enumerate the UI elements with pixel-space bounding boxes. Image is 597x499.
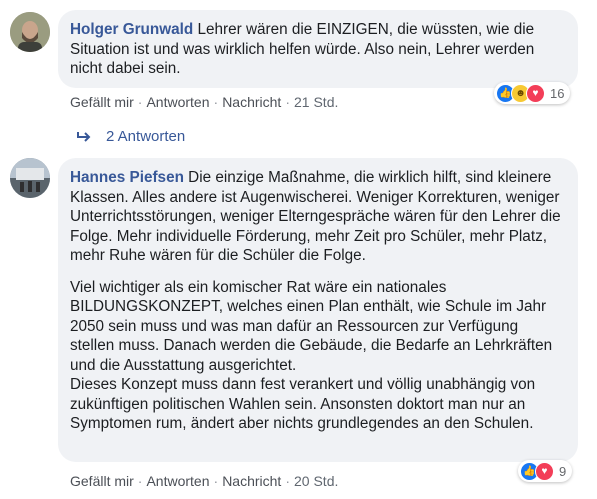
like-link[interactable]: Gefällt mir [70,94,134,110]
separator: · [285,473,290,489]
message-link[interactable]: Nachricht [222,94,281,110]
comment-paragraph: Viel wichtiger als ein komischer Rat wär… [70,278,553,374]
reaction-count: 9 [559,463,567,479]
comment-author[interactable]: Hannes Piefsen [70,169,184,186]
message-link[interactable]: Nachricht [222,473,281,489]
like-link[interactable]: Gefällt mir [70,473,134,489]
reply-link[interactable]: Antworten [146,94,209,110]
comment-author[interactable]: Holger Grunwald [70,21,193,38]
comment-paragraph: Dieses Konzept muss dann fest verankert … [70,376,536,432]
avatar-hannes-piefsen[interactable] [10,158,50,198]
separator: · [137,473,143,489]
replies-count-label: 2 Antworten [106,128,186,145]
reaction-summary[interactable]: 👍 ☻ ♥ 16 [494,82,571,104]
separator: · [213,94,219,110]
avatar-holger-grunwald[interactable] [10,12,50,52]
timestamp[interactable]: 20 Std. [294,473,338,489]
separator: · [285,94,290,110]
comment-text: Hannes Piefsen Die einzige Maßnahme, die… [70,168,566,266]
reaction-count: 16 [550,85,565,101]
love-icon: ♥ [526,83,545,103]
comment-bubble: Hannes Piefsen Die einzige Maßnahme, die… [58,158,578,462]
separator: · [213,473,219,489]
separator: · [137,94,143,110]
comment-actions: Gefällt mir · Antworten · Nachricht · 20 Std. [70,473,338,489]
comment-text: Holger Grunwald Lehrer wären die EINZIGE… [70,20,566,79]
reply-arrow-icon [77,131,91,142]
reply-link[interactable]: Antworten [146,473,209,489]
love-icon: ♥ [535,461,554,481]
view-replies-link[interactable]: 2 Antworten [76,128,185,145]
timestamp[interactable]: 21 Std. [294,94,338,110]
reaction-summary[interactable]: 👍 ♥ 9 [518,460,573,482]
comment-bubble: Holger Grunwald Lehrer wären die EINZIGE… [58,10,578,88]
comment-actions: Gefällt mir · Antworten · Nachricht · 21 Std. [70,94,338,110]
